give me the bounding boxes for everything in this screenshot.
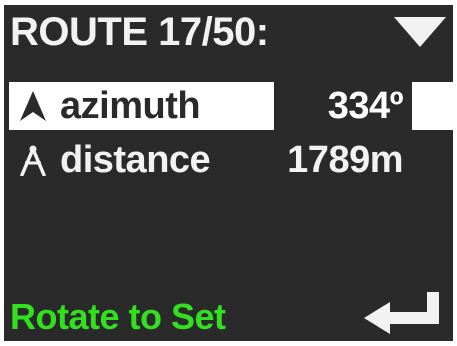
- distance-label: distance: [60, 139, 211, 181]
- compass-divider-icon: [20, 145, 46, 176]
- arrow-up-icon: [20, 91, 46, 121]
- device-screen: ROUTE 17/50: azimuth 334º distance 1789m…: [4, 5, 453, 341]
- hint-text: Rotate to Set: [10, 296, 226, 337]
- distance-value: 1789m: [287, 139, 403, 181]
- triangle-down-icon[interactable]: [394, 17, 446, 47]
- azimuth-label: azimuth: [60, 85, 201, 127]
- enter-return-icon[interactable]: [362, 290, 442, 334]
- row-distance[interactable]: distance 1789m: [4, 136, 453, 184]
- page-title: ROUTE 17/50:: [10, 10, 269, 54]
- azimuth-value: 334º: [327, 85, 404, 127]
- selection-highlight-end: [412, 82, 453, 130]
- row-azimuth[interactable]: azimuth 334º: [4, 82, 453, 130]
